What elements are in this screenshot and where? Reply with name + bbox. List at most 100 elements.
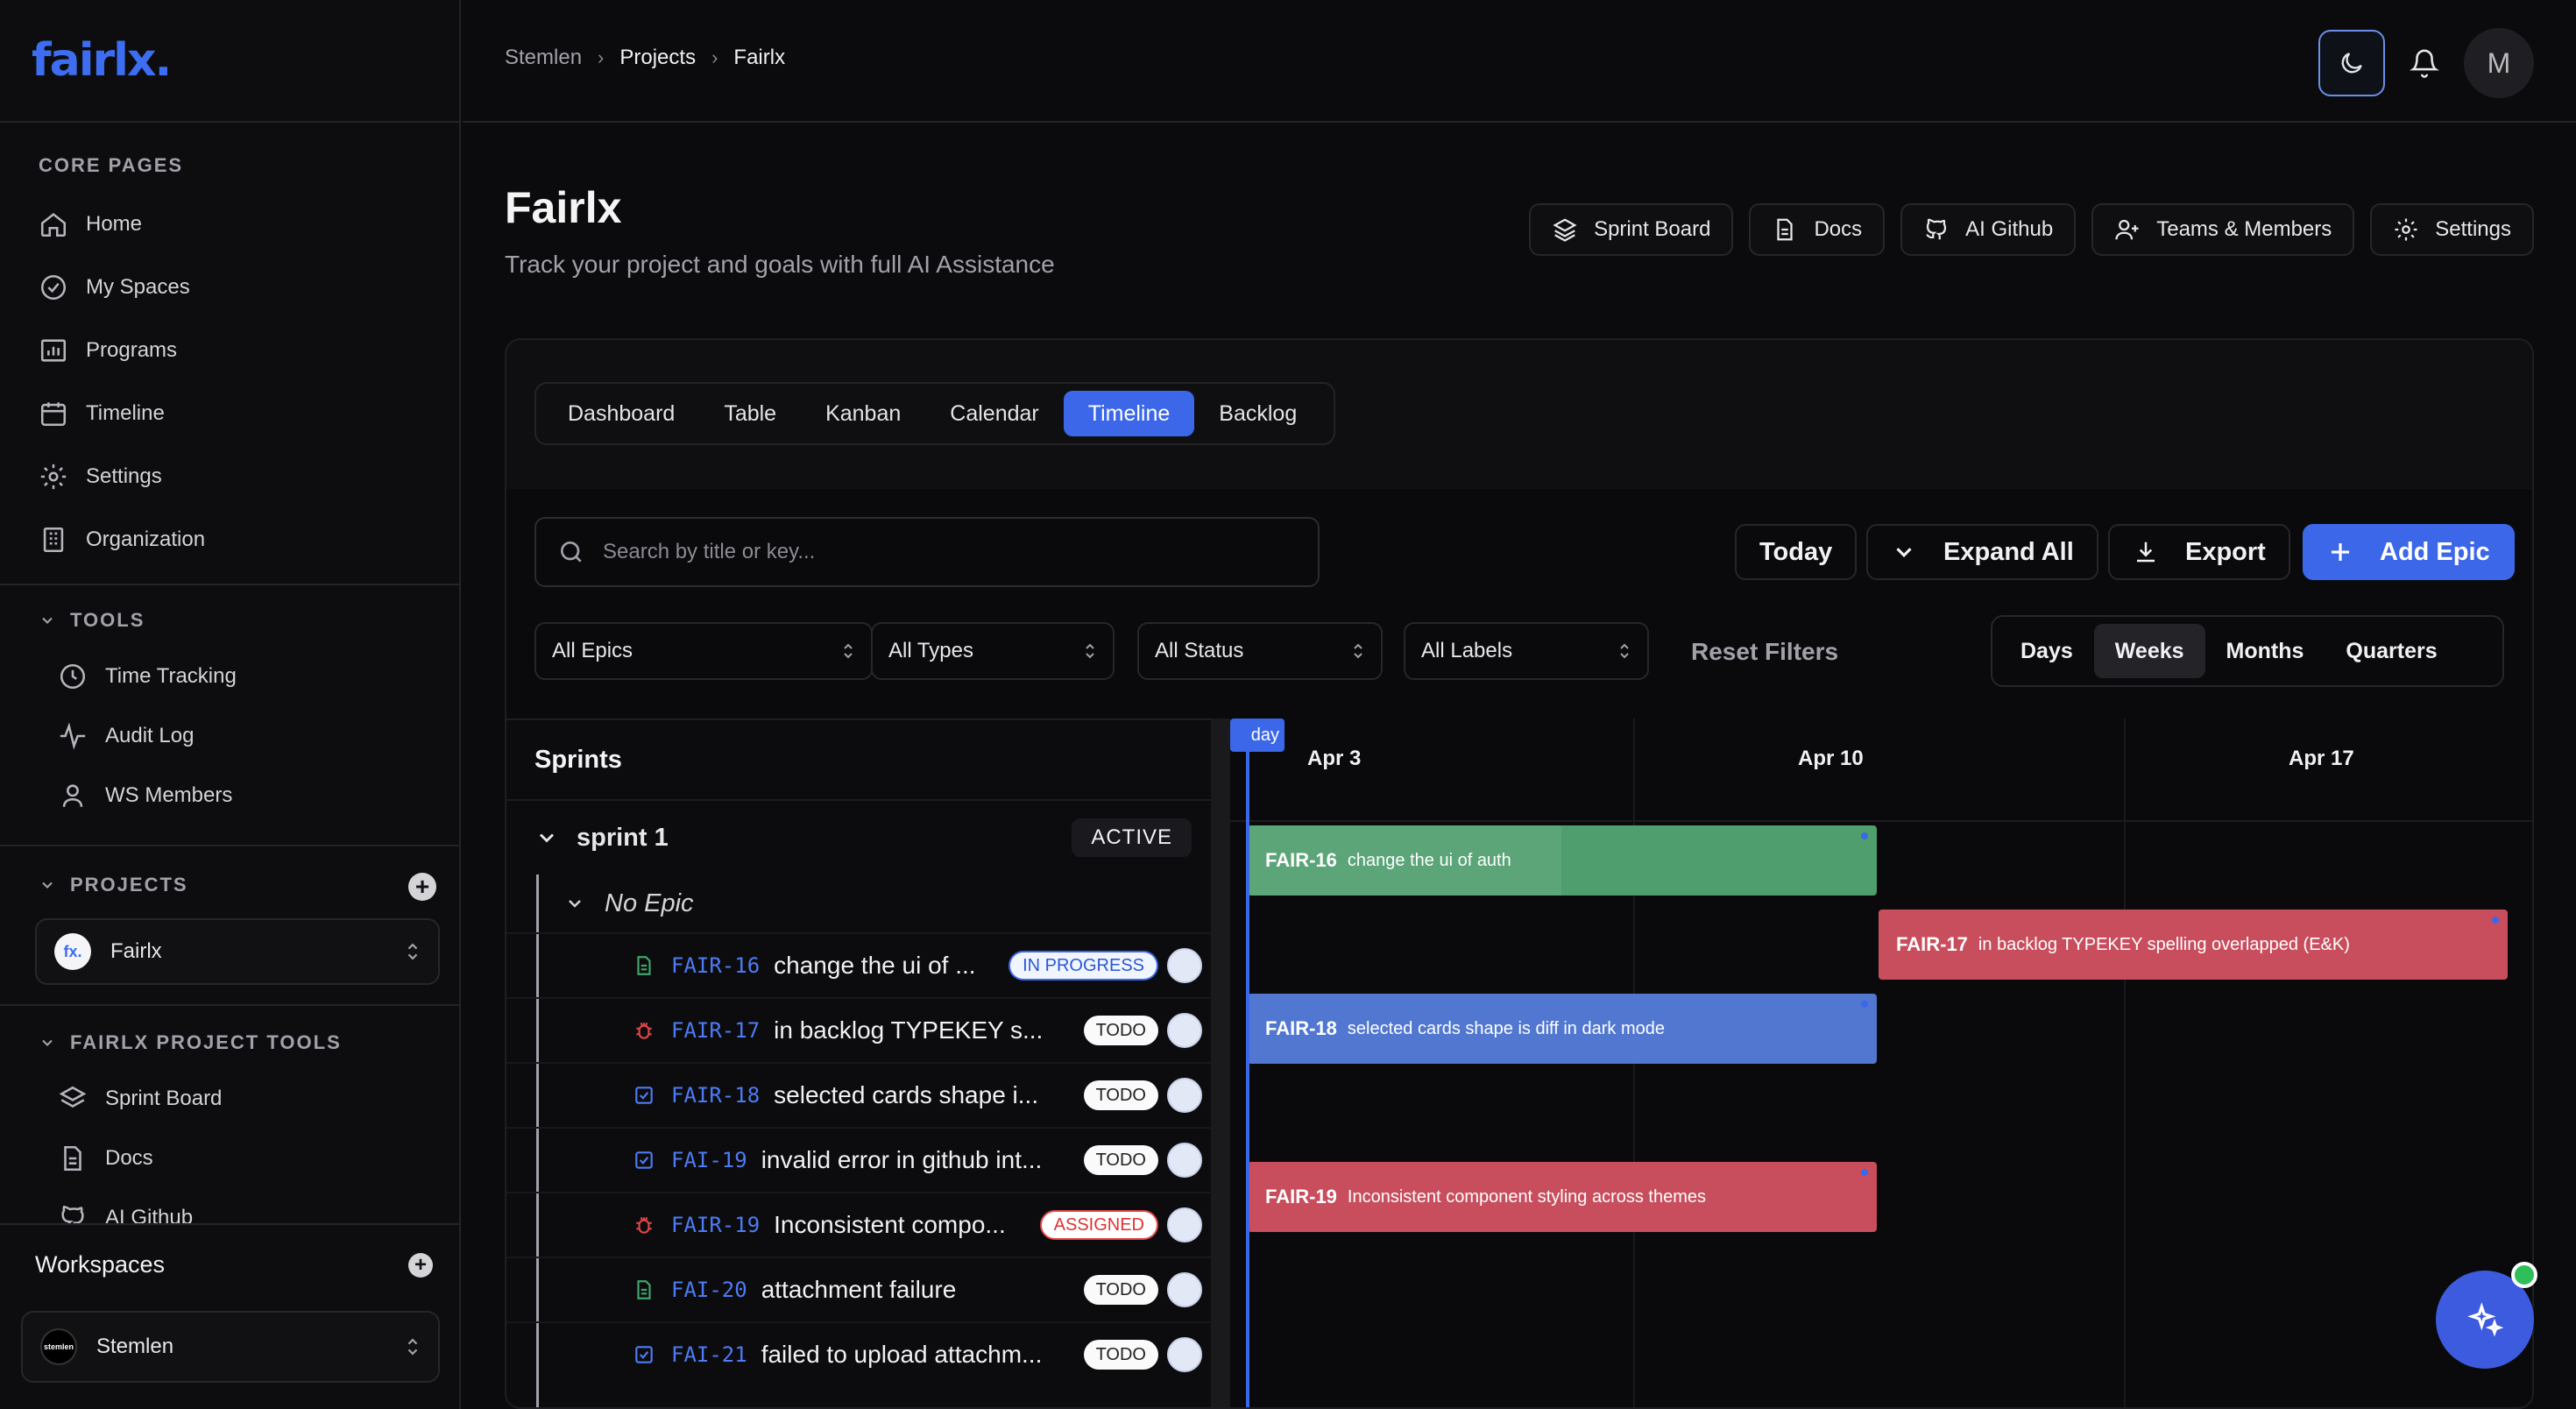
button-label: Expand All bbox=[1943, 537, 2074, 566]
task-title: invalid error in github int... bbox=[761, 1146, 1043, 1173]
assignee-avatar[interactable] bbox=[1167, 1013, 1202, 1048]
bar-handle[interactable] bbox=[2492, 917, 2499, 924]
fairlx-logo[interactable]: fairlx. bbox=[32, 34, 172, 87]
assignee-avatar[interactable] bbox=[1167, 1078, 1202, 1113]
core-pages-title: CORE PAGES bbox=[39, 154, 184, 176]
project-tools-section-toggle[interactable]: FAIRLX PROJECT TOOLS bbox=[0, 1025, 342, 1060]
workspace-select[interactable]: stemlen Stemlen bbox=[21, 1311, 440, 1383]
sidebar-item-audit-log[interactable]: Audit Log bbox=[0, 706, 459, 766]
task-row[interactable]: FAI-19 invalid error in github int... TO… bbox=[506, 1127, 1211, 1192]
settings-button[interactable]: Settings bbox=[2370, 203, 2534, 256]
task-row[interactable]: FAI-20 attachment failure TODO bbox=[506, 1257, 1211, 1321]
chevron-down-icon bbox=[569, 900, 581, 908]
search-input[interactable]: Search by title or key... bbox=[534, 517, 1320, 587]
task-title: in backlog TYPEKEY s... bbox=[774, 1016, 1044, 1044]
home-icon bbox=[40, 213, 67, 237]
sprint-board-button[interactable]: Sprint Board bbox=[1529, 203, 1734, 256]
user-avatar[interactable]: M bbox=[2464, 28, 2534, 98]
button-label: AI Github bbox=[1965, 217, 2054, 241]
timeline-bar[interactable]: FAIR-16 change the ui of auth bbox=[1248, 825, 1877, 896]
timeline-bar[interactable]: FAIR-17 in backlog TYPEKEY spelling over… bbox=[1879, 910, 2508, 980]
sidebar-item-label: Home bbox=[86, 212, 143, 236]
week-gridline bbox=[1633, 719, 1635, 1407]
assignee-avatar[interactable] bbox=[1167, 1272, 1202, 1307]
status-badge: TODO bbox=[1083, 1340, 1158, 1370]
tools-section-toggle[interactable]: TOOLS bbox=[0, 603, 145, 638]
reset-filters-button[interactable]: Reset Filters bbox=[1691, 638, 1838, 666]
breadcrumb-workspace[interactable]: Stemlen bbox=[505, 46, 582, 70]
sidebar-item-organization[interactable]: Organization bbox=[0, 508, 459, 571]
types-filter[interactable]: All Types bbox=[871, 622, 1115, 680]
project-card: Dashboard Table Kanban Calendar Timeline… bbox=[505, 338, 2534, 1409]
scale-days[interactable]: Days bbox=[1999, 624, 2094, 678]
sidebar-item-home[interactable]: Home bbox=[0, 193, 459, 256]
project-name: Fairlx bbox=[110, 939, 162, 963]
status-filter[interactable]: All Status bbox=[1137, 622, 1383, 680]
add-workspace-button[interactable]: + bbox=[408, 1253, 433, 1278]
assignee-avatar[interactable] bbox=[1167, 1337, 1202, 1372]
task-row[interactable]: FAIR-18 selected cards shape i... TODO bbox=[506, 1062, 1211, 1127]
theme-toggle-button[interactable] bbox=[2318, 30, 2385, 96]
epics-filter[interactable]: All Epics bbox=[534, 622, 873, 680]
status-badge: ASSIGNED bbox=[1039, 1210, 1158, 1240]
sidebar-item-time-tracking[interactable]: Time Tracking bbox=[0, 647, 459, 706]
assignee-avatar[interactable] bbox=[1167, 948, 1202, 983]
sidebar-item-programs[interactable]: Programs bbox=[0, 319, 459, 382]
scale-weeks[interactable]: Weeks bbox=[2093, 624, 2205, 678]
tab-dashboard[interactable]: Dashboard bbox=[543, 391, 699, 436]
add-epic-button[interactable]: Add Epic bbox=[2303, 524, 2515, 580]
timeline-bar[interactable]: FAIR-19 Inconsistent component styling a… bbox=[1248, 1162, 1877, 1232]
expand-all-button[interactable]: Expand All bbox=[1866, 524, 2098, 580]
teams-members-button[interactable]: Teams & Members bbox=[2091, 203, 2355, 256]
ai-github-button[interactable]: AI Github bbox=[1900, 203, 2077, 256]
assignee-avatar[interactable] bbox=[1167, 1143, 1202, 1178]
projects-section-toggle[interactable]: PROJECTS bbox=[0, 867, 188, 903]
epic-group-row[interactable]: No Epic bbox=[506, 874, 1211, 932]
button-label: Teams & Members bbox=[2156, 217, 2332, 241]
sidebar-item-settings[interactable]: Settings bbox=[0, 445, 459, 508]
bell-icon[interactable] bbox=[2410, 48, 2439, 78]
time-scale-tabs: Days Weeks Months Quarters bbox=[1991, 615, 2504, 687]
button-label: Add Epic bbox=[2380, 537, 2490, 566]
bar-handle[interactable] bbox=[1861, 1169, 1868, 1176]
tab-kanban[interactable]: Kanban bbox=[801, 391, 925, 436]
today-button[interactable]: Today bbox=[1735, 524, 1858, 580]
sidebar-item-ws-members[interactable]: WS Members bbox=[0, 766, 459, 825]
tab-timeline[interactable]: Timeline bbox=[1063, 391, 1195, 436]
week-label: Apr 10 bbox=[1798, 747, 1864, 770]
scale-months[interactable]: Months bbox=[2205, 624, 2325, 678]
status-badge: TODO bbox=[1083, 1145, 1158, 1175]
labels-filter[interactable]: All Labels bbox=[1404, 622, 1649, 680]
tab-backlog[interactable]: Backlog bbox=[1194, 391, 1321, 436]
task-row[interactable]: FAIR-17 in backlog TYPEKEY s... TODO bbox=[506, 997, 1211, 1062]
tab-table[interactable]: Table bbox=[699, 391, 801, 436]
sidebar-item-docs[interactable]: Docs bbox=[0, 1129, 459, 1188]
project-select[interactable]: fx. Fairlx bbox=[35, 918, 440, 985]
resize-handle[interactable] bbox=[1211, 719, 1230, 1407]
status-badge: IN PROGRESS bbox=[1008, 951, 1158, 981]
sidebar-item-sprint-board[interactable]: Sprint Board bbox=[0, 1069, 459, 1129]
breadcrumb-projects[interactable]: Projects bbox=[619, 46, 696, 70]
doc-icon bbox=[64, 1145, 81, 1172]
export-button[interactable]: Export bbox=[2108, 524, 2290, 580]
chevron-down-icon bbox=[1896, 548, 1912, 557]
add-project-button[interactable]: + bbox=[408, 873, 436, 901]
bar-handle[interactable] bbox=[1861, 1001, 1868, 1008]
building-icon bbox=[43, 527, 64, 553]
sprint-row[interactable]: sprint 1 ACTIVE bbox=[506, 801, 1211, 874]
task-title: selected cards shape i... bbox=[774, 1081, 1039, 1108]
docs-button[interactable]: Docs bbox=[1749, 203, 1886, 256]
task-row[interactable]: FAI-21 failed to upload attachm... TODO bbox=[506, 1321, 1211, 1386]
assignee-avatar[interactable] bbox=[1167, 1207, 1202, 1243]
task-row[interactable]: FAIR-16 change the ui of ... IN PROGRESS bbox=[506, 932, 1211, 997]
sidebar-item-my-spaces[interactable]: My Spaces bbox=[0, 256, 459, 319]
scale-quarters[interactable]: Quarters bbox=[2325, 624, 2458, 678]
timeline-bar[interactable]: FAIR-18 selected cards shape is diff in … bbox=[1248, 994, 1877, 1064]
page-title: Fairlx bbox=[505, 183, 622, 232]
chevron-updown-icon bbox=[1620, 643, 1629, 659]
tab-calendar[interactable]: Calendar bbox=[925, 391, 1063, 436]
bar-handle[interactable] bbox=[1861, 832, 1868, 839]
doc-icon bbox=[1777, 218, 1794, 241]
sidebar-item-timeline[interactable]: Timeline bbox=[0, 382, 459, 445]
task-row[interactable]: FAIR-19 Inconsistent compo... ASSIGNED bbox=[506, 1192, 1211, 1257]
